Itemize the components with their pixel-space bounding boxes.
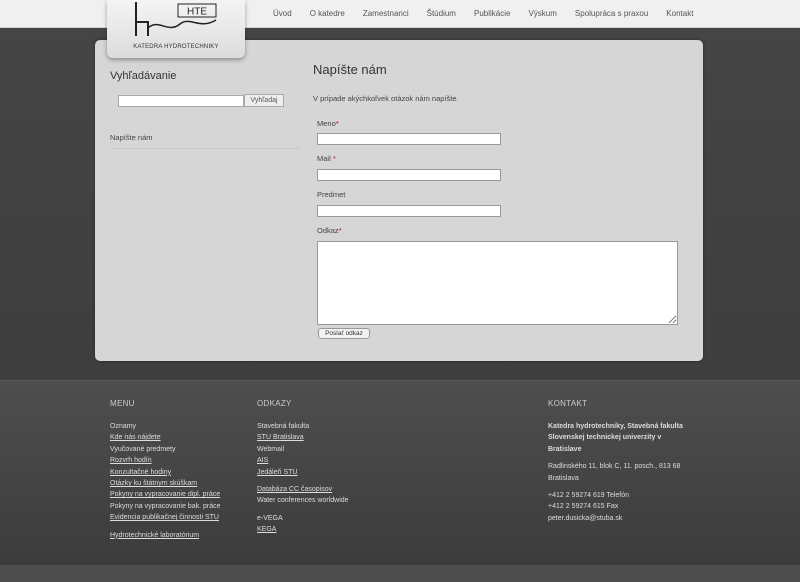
footer-link[interactable]: KEGA	[257, 524, 349, 535]
footer-link[interactable]: e-VEGA	[257, 513, 349, 524]
nav-publikacie[interactable]: Publikácie	[474, 9, 510, 18]
footer: MENU Oznamy Kde nás nájdete Vyučované pr…	[0, 380, 800, 566]
footer-link[interactable]: Databáza CC časopisov	[257, 484, 349, 495]
nav-o-katedre[interactable]: O katedre	[310, 9, 345, 18]
footer-links: ODKAZY Stavebná fakulta STU Bratislava W…	[257, 399, 349, 536]
footer-menu-item[interactable]: Konzultačné hodiny	[110, 467, 221, 478]
footer-menu-item-lab[interactable]: Hydrotechnické laboratórium	[110, 530, 221, 541]
sidebar-item-contact[interactable]: Napíšte nám	[110, 133, 300, 149]
name-field[interactable]	[317, 133, 501, 145]
footer-menu-item[interactable]: Otázky ku štátnym skúškam	[110, 478, 221, 489]
search-input[interactable]	[118, 95, 244, 107]
search-button[interactable]: Vyhľadaj	[244, 94, 284, 107]
footer-link[interactable]: Jedáleň STU	[257, 467, 349, 478]
required-mark: *	[338, 226, 342, 235]
message-label: Odkaz*	[317, 226, 342, 235]
footer-menu-item[interactable]: Pokyny na vypracovanie bak. práce	[110, 501, 221, 512]
footer-menu: MENU Oznamy Kde nás nájdete Vyučované pr…	[110, 399, 221, 541]
required-mark: *	[332, 154, 336, 163]
footer-menu-item[interactable]: Vyučované predmety	[110, 444, 221, 455]
footer-menu-item[interactable]: Evidencia publikačnej činnosti STU	[110, 512, 221, 523]
mail-field[interactable]	[317, 169, 501, 181]
footer-contact: KONTAKT Katedra hydrotechniky, Stavebná …	[548, 399, 688, 524]
footer-links-title: ODKAZY	[257, 399, 292, 408]
footer-contact-title: KONTAKT	[548, 399, 588, 408]
contact-name: Katedra hydrotechniky, Stavebná fakulta …	[548, 423, 683, 453]
logo-caption: KATEDRA HYDROTECHNIKY	[133, 44, 219, 50]
nav-uvod[interactable]: Úvod	[273, 9, 292, 18]
nav-kontakt[interactable]: Kontakt	[666, 9, 693, 18]
footer-link[interactable]: Webmail	[257, 444, 349, 455]
name-label: Meno*	[317, 119, 339, 128]
footer-menu-item[interactable]: Oznamy	[110, 421, 221, 432]
nav-zamestnanci[interactable]: Zamestnanci	[363, 9, 409, 18]
mail-label: Mail *	[317, 154, 336, 163]
content-panel: Vyhľadávanie Vyhľadaj Napíšte nám Napíšt…	[95, 40, 703, 361]
contact-fax: +412 2 59274 615 Fax	[548, 503, 619, 511]
nav-vyskum[interactable]: Výskum	[528, 9, 556, 18]
subject-label: Predmet	[317, 190, 346, 199]
footer-menu-item[interactable]: Pokyny na vypracovanie dipl. práce	[110, 489, 221, 500]
contact-address: Radlinského 11, blok C, 11. posch., 813 …	[548, 463, 681, 482]
footer-menu-item[interactable]: Rozvrh hodín	[110, 455, 221, 466]
contact-email[interactable]: peter.dusicka@stuba.sk	[548, 513, 688, 524]
form-intro: V prípade akýchkoľvek otázok nám napíšte…	[313, 94, 459, 103]
footer-link[interactable]: Stavebná fakulta	[257, 421, 349, 432]
site-logo[interactable]: HTE KATEDRA HYDROTECHNIKY	[107, 0, 245, 58]
message-field[interactable]	[317, 241, 678, 325]
nav-spolupraca[interactable]: Spolupráca s praxou	[575, 9, 648, 18]
footer-link[interactable]: STU Bratislava	[257, 432, 349, 443]
submit-button[interactable]: Poslať odkaz	[318, 328, 370, 339]
nav-studium[interactable]: Štúdium	[427, 9, 456, 18]
search-title: Vyhľadávanie	[110, 70, 177, 82]
page-title: Napíšte nám	[313, 62, 387, 77]
bottom-strip	[0, 565, 800, 582]
contact-phone: +412 2 59274 619 Telefón	[548, 492, 630, 500]
footer-menu-item[interactable]: Kde nás nájdete	[110, 432, 221, 443]
footer-link[interactable]: Water conferences worldwide	[257, 495, 349, 506]
subject-field[interactable]	[317, 205, 501, 217]
main-navigation: Úvod O katedre Zamestnanci Štúdium Publi…	[273, 9, 711, 18]
footer-menu-title: MENU	[110, 399, 135, 408]
footer-link[interactable]: AIS	[257, 455, 349, 466]
logo-letters: HTE	[187, 7, 207, 18]
required-mark: *	[335, 119, 339, 128]
logo-mark-icon: HTE	[135, 2, 217, 36]
